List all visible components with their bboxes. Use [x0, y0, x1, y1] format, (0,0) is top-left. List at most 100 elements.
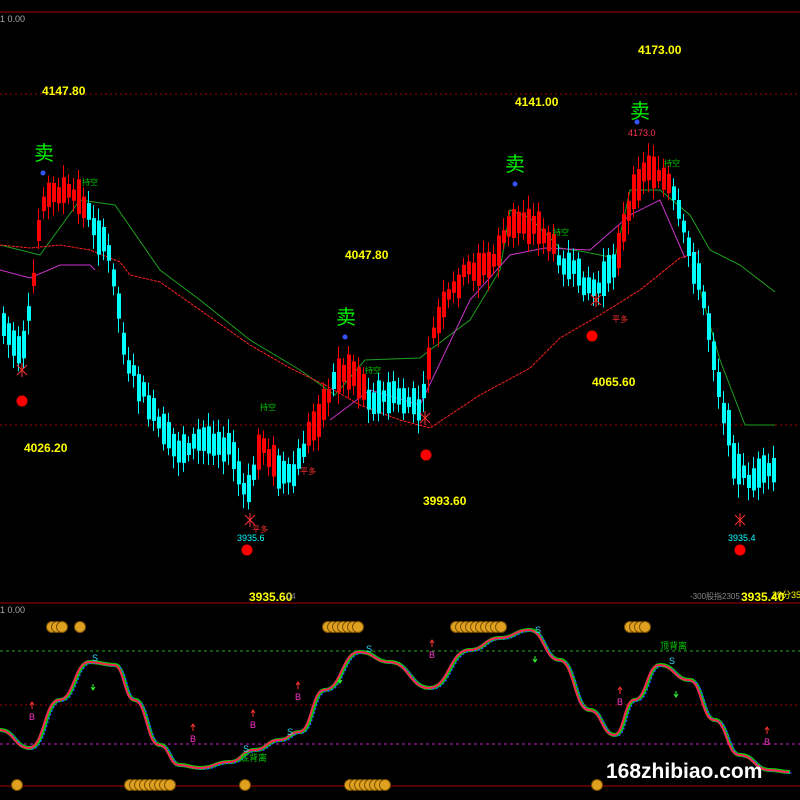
candle-body [182, 434, 186, 463]
candle-body [577, 258, 581, 286]
price-label-4141: 4141.00 [515, 95, 559, 109]
candle-body [397, 388, 401, 405]
candle-body [317, 403, 321, 438]
candle-body [692, 251, 696, 284]
candle-body [227, 433, 231, 455]
candle-body [272, 444, 276, 477]
sell-marker: S [92, 653, 98, 663]
candle-body [27, 306, 31, 321]
candle-body [342, 364, 346, 383]
candle-body [592, 279, 596, 297]
candle-body [292, 464, 296, 487]
candle-body [372, 392, 376, 415]
candle-body [267, 449, 271, 468]
candle-body [597, 282, 601, 294]
candle-body [732, 443, 736, 479]
candle-body [72, 189, 76, 201]
signal-dot-red [16, 395, 28, 407]
candle-body [257, 434, 261, 470]
candle-body [392, 381, 396, 404]
candle-body [192, 433, 196, 449]
candle-body [432, 327, 436, 339]
candle-body [512, 209, 516, 238]
candle-body [162, 413, 166, 445]
candle-body [612, 254, 616, 278]
sell-signal-1: 卖 [34, 142, 54, 165]
candle-body [707, 313, 711, 340]
candle-body [177, 440, 181, 463]
candle-body [717, 372, 721, 397]
candle-body [547, 232, 551, 252]
price-label-4047: 4047.80 [345, 248, 389, 262]
candle-body [92, 218, 96, 236]
candle-body [687, 237, 691, 257]
candle-body [382, 390, 386, 402]
candle-body [627, 200, 631, 221]
candle-body [727, 409, 731, 446]
candle-body [332, 371, 336, 390]
candle-body [142, 382, 146, 397]
sell-signal-3: 卖 [630, 100, 650, 123]
candle-body [52, 182, 56, 203]
price-label-4173: 4173.00 [638, 43, 682, 57]
candle-body [87, 202, 91, 220]
candle-body [507, 216, 511, 237]
candle-body [212, 433, 216, 456]
candle-body [107, 245, 111, 261]
candle-body [387, 382, 391, 414]
candle-body [222, 437, 226, 462]
candle-body [32, 272, 36, 287]
coin-marker [495, 621, 507, 633]
candle-body [172, 433, 176, 457]
candle-body [412, 388, 416, 415]
candle-body [667, 173, 671, 194]
candle-body [252, 464, 256, 480]
candle-body [672, 186, 676, 201]
coin-marker [56, 621, 68, 633]
buy-marker: B [295, 692, 301, 702]
hold-short-label-4: 持空 [365, 365, 381, 375]
candle-body [637, 169, 641, 201]
candle-body [772, 457, 776, 483]
coin-marker [164, 779, 176, 791]
candle-body [682, 220, 686, 233]
sell-marker: S [287, 727, 293, 737]
candle-body [757, 458, 761, 488]
low-mark-3935-6: 3935.6 [237, 533, 265, 543]
candle-body [457, 274, 461, 299]
candle-body [502, 230, 506, 243]
candle-body [722, 402, 726, 424]
low-mark-3935-4: 3935.4 [728, 533, 756, 543]
candle-body [157, 416, 161, 429]
candle-body [482, 253, 486, 276]
candle-body [302, 443, 306, 457]
price-label-4026: 4026.20 [24, 441, 68, 455]
candle-body [437, 306, 441, 334]
coin-marker [379, 779, 391, 791]
candle-body [327, 389, 331, 403]
candle-body [217, 431, 221, 455]
candle-body [237, 461, 241, 485]
sell-marker: S [366, 644, 372, 654]
coin-marker [639, 621, 651, 633]
candle-body [467, 261, 471, 275]
candle-body [677, 199, 681, 219]
candle-body [37, 220, 41, 241]
candle-body [517, 211, 521, 234]
candle-body [557, 255, 561, 266]
candle-body [362, 373, 366, 400]
candle-body [22, 330, 26, 359]
candle-body [17, 336, 21, 364]
candle-body [602, 261, 606, 297]
candle-body [562, 258, 566, 275]
candle-body [357, 367, 361, 399]
sell-marker: S [535, 625, 541, 635]
signal-dot-red [241, 544, 253, 556]
price-label-4147: 4147.80 [42, 84, 86, 98]
candle-body [647, 155, 651, 181]
contract-label: -300股指2305 [690, 591, 740, 601]
kline-chart: 1 0.00 1 0.00 4147.80 4141.00 4173.00 40… [0, 0, 800, 800]
hold-short-label-3: 持空 [664, 158, 680, 168]
candle-body [417, 399, 421, 421]
candle-body [377, 380, 381, 414]
